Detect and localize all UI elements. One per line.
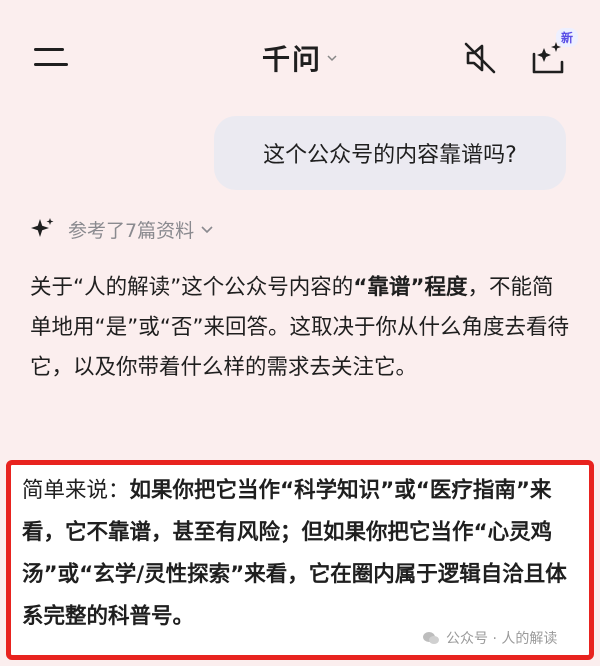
user-message-bubble: 这个公众号的内容靠谱吗? xyxy=(214,116,566,190)
chevron-down-icon xyxy=(327,55,337,62)
watermark-text: 公众号 · 人的解读 xyxy=(446,631,558,647)
references-toggle[interactable]: 参考了7篇资料 xyxy=(30,214,214,244)
sparkle-icon xyxy=(31,218,54,237)
highlighted-summary: 简单来说：如果你把它当作“科学知识”或“医疗指南”来看，它不靠谱，甚至有风险；但… xyxy=(22,470,570,638)
references-label: 参考了7篇资料 xyxy=(68,219,195,242)
menu-icon[interactable] xyxy=(34,46,70,70)
app-title: 千问 xyxy=(262,43,323,76)
answer-bold-phrase: “靠谱”程度 xyxy=(353,275,468,300)
new-badge: 新 xyxy=(556,28,579,47)
summary-lead: 简单来说： xyxy=(22,478,130,503)
answer-text-start: 关于“人的解读”这个公众号内容的 xyxy=(30,275,354,300)
assistant-answer: 关于“人的解读”这个公众号内容的“靠谱”程度，不能简单地用“是”或“否”来回答。… xyxy=(30,268,570,388)
user-message-text: 这个公众号的内容靠谱吗? xyxy=(263,143,517,168)
top-bar: 千问 新 xyxy=(0,0,600,110)
chevron-down-icon xyxy=(201,226,213,234)
wechat-icon xyxy=(423,632,439,644)
model-selector[interactable]: 千问 xyxy=(262,36,338,80)
watermark: 公众号 · 人的解读 xyxy=(422,628,557,648)
speaker-muted-icon[interactable] xyxy=(462,40,498,76)
